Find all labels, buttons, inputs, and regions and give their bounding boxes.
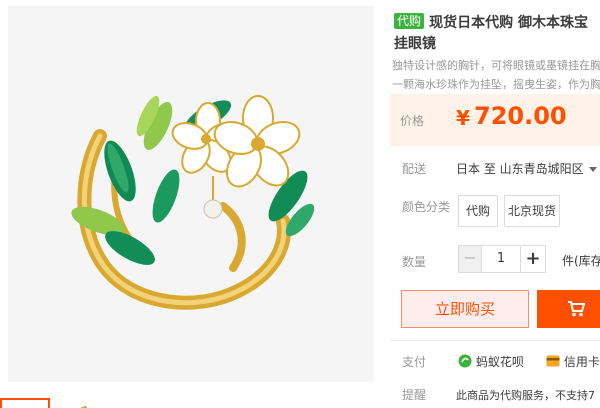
price-box: 价格 ¥ 720.00	[390, 94, 600, 146]
quantity-increase-button[interactable]: +	[520, 245, 546, 273]
payment-huabei: 蚂蚁花呗	[458, 353, 524, 370]
thumbnail-1[interactable]	[0, 398, 50, 408]
purchase-agent-badge: 代购	[394, 13, 425, 29]
remind-label: 提醒	[402, 388, 427, 402]
product-info-panel: 代购 现货日本代购 御木本珠宝 挂眼镜 独特设计感的胸针，可将眼镜或墨镜挂在胸 …	[390, 0, 600, 408]
price-label: 价格	[400, 114, 425, 128]
product-title: 代购 现货日本代购 御木本珠宝	[394, 12, 600, 33]
color-label: 颜色分类	[402, 200, 451, 214]
quantity-input[interactable]: 1	[482, 245, 520, 273]
color-option-daigou[interactable]: 代购	[458, 195, 498, 227]
subtitle-line1: 独特设计感的胸针，可将眼镜或墨镜挂在胸	[392, 59, 600, 72]
payment-credit-card: 信用卡	[546, 353, 600, 370]
payment-label: 支付	[402, 355, 427, 369]
price-currency-symbol: ¥	[456, 106, 470, 130]
subtitle-line2: 一颗海水珍珠作为挂坠，摇曳生姿，作为胸	[392, 78, 600, 91]
color-option-beijing-stock[interactable]: 北京现货	[504, 195, 560, 227]
product-title-line2: 挂眼镜	[394, 36, 436, 52]
product-page: 代购 现货日本代购 御木本珠宝 挂眼镜 独特设计感的胸针，可将眼镜或墨镜挂在胸 …	[0, 0, 600, 408]
divider	[390, 340, 600, 341]
payment-huabei-label: 蚂蚁花呗	[475, 355, 524, 369]
product-title-line1: 现货日本代购 御木本珠宝	[429, 15, 588, 31]
quantity-label: 数量	[402, 255, 427, 269]
add-to-cart-button[interactable]	[537, 290, 600, 328]
chevron-down-icon	[588, 167, 597, 172]
shipping-destination-text: 日本 至 山东青岛城阳区	[456, 162, 584, 176]
huabei-icon	[458, 354, 472, 368]
remind-text: 此商品为代购服务，不支持7	[456, 389, 595, 402]
price-value: 720.00	[474, 102, 567, 130]
cart-icon	[567, 301, 586, 321]
quantity-unit: 件(库存	[562, 254, 600, 268]
quantity-decrease-button[interactable]: −	[458, 245, 482, 273]
product-gallery	[0, 0, 382, 408]
payment-credit-card-label: 信用卡	[563, 355, 600, 369]
buy-now-button[interactable]: 立即购买	[401, 290, 529, 328]
shipping-destination[interactable]: 日本 至 山东青岛城阳区	[456, 160, 597, 177]
thumbnail-2[interactable]	[76, 399, 90, 408]
shipping-label: 配送	[402, 162, 427, 176]
product-subtitle: 独特设计感的胸针，可将眼镜或墨镜挂在胸 一颗海水珍珠作为挂坠，摇曳生姿，作为胸	[392, 56, 600, 94]
product-main-image[interactable]	[8, 6, 374, 382]
credit-card-icon	[546, 355, 560, 367]
